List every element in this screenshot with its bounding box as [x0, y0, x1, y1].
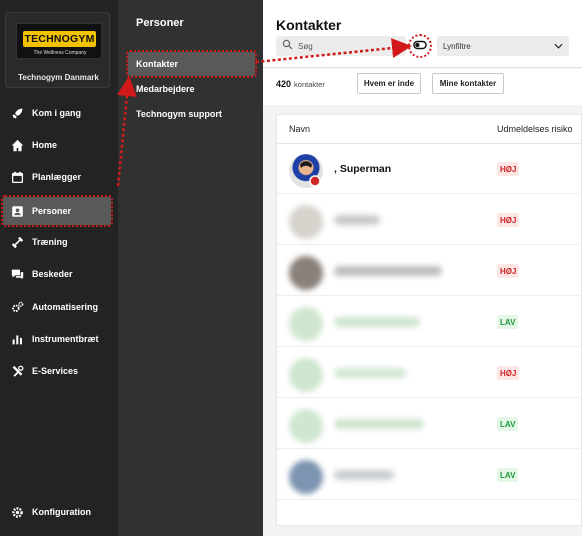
calendar-icon: [10, 170, 24, 184]
risk-badge: HØJ: [497, 213, 520, 227]
logo-tagline: The Wellness Company: [33, 50, 87, 56]
table-row[interactable]: HØJ: [277, 348, 582, 398]
organization-name: Technogym Danmark: [18, 73, 99, 82]
table-row[interactable]: LAV: [277, 399, 582, 449]
logo-wordmark: TECHNOGYM: [23, 31, 96, 47]
nav-item-e-services[interactable]: E-Services: [0, 357, 118, 385]
avatar: [289, 460, 323, 494]
contact-count-label: kontakter: [294, 80, 325, 89]
quick-filter-label: Lynfiltre: [443, 41, 471, 51]
contact-name[interactable]: [334, 419, 424, 429]
toggle-filter-icon: [413, 40, 427, 53]
contact-count-value: 420: [276, 79, 292, 89]
subnav-item-medarbejdere[interactable]: Medarbejdere: [128, 77, 255, 101]
nav-item-label: Automatisering: [32, 302, 99, 312]
personer-subnav: Personer Kontakter Medarbejdere Technogy…: [118, 0, 263, 536]
nav-item-label: Planlægger: [32, 172, 82, 182]
contact-name[interactable]: [334, 266, 442, 276]
nav-item-automatisering[interactable]: Automatisering: [0, 293, 118, 321]
page-header: Kontakter Lynfiltre: [263, 0, 582, 68]
main-sidebar: TECHNOGYM The Wellness Company Technogym…: [0, 0, 118, 536]
chat-icon: [10, 267, 24, 281]
nav-item-label: Personer: [32, 206, 72, 216]
contact-name[interactable]: [334, 470, 394, 480]
avatar: [289, 409, 323, 443]
table-row[interactable]: LAV: [277, 297, 582, 347]
risk-badge: LAV: [497, 315, 519, 329]
rocket-icon: [10, 106, 24, 120]
search-box[interactable]: [276, 36, 406, 56]
home-icon: [10, 138, 24, 152]
bar-chart-icon: [10, 332, 24, 346]
chevron-down-icon: [554, 42, 563, 51]
nav-item-label: Instrumentbræt: [32, 334, 99, 344]
nav-item-label: Konfiguration: [32, 507, 91, 517]
table-row[interactable]: LAV: [277, 450, 582, 500]
my-contacts-button[interactable]: Mine kontakter: [432, 73, 504, 94]
contact-name[interactable]: , Superman: [334, 163, 391, 175]
nav-item-label: Beskeder: [32, 269, 73, 279]
contact-name[interactable]: [334, 368, 406, 378]
table-row[interactable]: HØJ: [277, 195, 582, 245]
avatar: [289, 256, 323, 290]
brand-card[interactable]: TECHNOGYM The Wellness Company Technogym…: [5, 12, 110, 88]
main-content: Kontakter Lynfiltre 420kontakter Hvem er…: [263, 0, 582, 536]
who-is-inside-button[interactable]: Hvem er inde: [357, 73, 421, 94]
nav-item-label: Home: [32, 140, 58, 150]
technogym-logo: TECHNOGYM The Wellness Company: [16, 23, 102, 59]
nav-item-label: E-Services: [32, 366, 79, 376]
contact-name[interactable]: [334, 317, 420, 327]
contact-count: 420 kontakter: [276, 79, 325, 89]
table-row[interactable]: HØJ: [277, 246, 582, 296]
avatar: [289, 154, 323, 188]
avatar: [289, 205, 323, 239]
nav-item-instrumentbraet[interactable]: Instrumentbræt: [0, 325, 118, 353]
search-input[interactable]: [298, 41, 398, 51]
nav-item-planlaegger[interactable]: Planlægger: [0, 163, 118, 191]
quick-filter-select[interactable]: Lynfiltre: [437, 36, 569, 56]
filter-toggle-button[interactable]: [408, 34, 432, 58]
person-card-icon: [10, 204, 24, 218]
nav-item-home[interactable]: Home: [0, 131, 118, 159]
risk-badge: HØJ: [497, 264, 520, 278]
nav-item-personer[interactable]: Personer: [1, 195, 113, 227]
risk-badge: HØJ: [497, 366, 520, 380]
avatar: [289, 358, 323, 392]
avatar: [289, 307, 323, 341]
column-header-risk[interactable]: Udmeldelses risiko: [497, 115, 573, 143]
page-title: Kontakter: [276, 17, 342, 33]
gears-icon: [10, 300, 24, 314]
table-row[interactable]: , Superman HØJ: [277, 144, 582, 194]
subnav-item-technogym-support[interactable]: Technogym support: [128, 102, 255, 126]
risk-badge: LAV: [497, 417, 519, 431]
contacts-table: Navn Udmeldelses risiko , Superman HØJ H…: [276, 114, 582, 526]
risk-badge: LAV: [497, 468, 519, 482]
nav-item-beskeder[interactable]: Beskeder: [0, 260, 118, 288]
nav-item-label: Kom i gang: [32, 108, 81, 118]
search-icon: [282, 39, 293, 53]
risk-badge: HØJ: [497, 162, 520, 176]
list-toolbar: 420 kontakter Hvem er inde Mine kontakter: [263, 69, 582, 105]
nav-item-traening[interactable]: Træning: [0, 228, 118, 256]
subnav-title: Personer: [136, 17, 184, 29]
nav-item-kom-i-gang[interactable]: Kom i gang: [0, 99, 118, 127]
contact-name[interactable]: [334, 215, 380, 225]
column-header-name[interactable]: Navn: [289, 115, 310, 143]
gear-icon: [10, 505, 24, 519]
nav-item-konfiguration[interactable]: Konfiguration: [0, 498, 118, 526]
tools-icon: [10, 364, 24, 378]
subnav-item-kontakter[interactable]: Kontakter: [126, 50, 257, 78]
nav-item-label: Træning: [32, 237, 68, 247]
dumbbell-icon: [10, 235, 24, 249]
